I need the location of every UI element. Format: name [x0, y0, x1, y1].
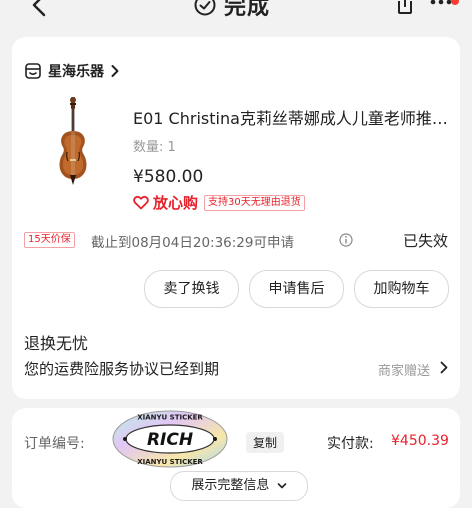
add-to-cart-button[interactable]: 加购物车: [354, 270, 449, 308]
sticker-ring-text-top: XIANYU STICKER: [137, 414, 203, 422]
after-sale-button[interactable]: 申请售后: [249, 270, 344, 308]
top-bar: 完成: [0, 0, 472, 22]
check-circle-icon: [194, 0, 216, 16]
merchant-gift-label: 商家赠送: [377, 364, 430, 379]
return-policy-tag: 支持30天无理由退货: [204, 194, 305, 211]
sell-button[interactable]: 卖了换钱: [144, 270, 239, 308]
chevron-right-icon: [440, 361, 448, 374]
page-title: 完成: [224, 0, 271, 20]
paid-amount-value: ¥450.39: [391, 433, 449, 449]
product-price: ¥580.00: [133, 167, 204, 187]
violin-image[interactable]: [48, 95, 98, 195]
rich-sticker-image: XIANYU STICKER RICH XIANYU STICKER: [112, 410, 228, 468]
assurance-label: 放心购: [153, 194, 199, 212]
price-protect-tag: 15天价保: [24, 232, 75, 248]
store-link[interactable]: 星海乐器: [24, 61, 120, 81]
product-title[interactable]: E01 Christina克莉丝蒂娜成人儿童老师推荐演奏小提琴: [133, 105, 448, 129]
shipping-insurance-row[interactable]: 您的运费险服务协议已经到期 商家赠送: [24, 357, 448, 379]
sticker-ring-text-bottom: XIANYU STICKER: [137, 458, 203, 466]
chevron-left-icon[interactable]: [28, 0, 52, 18]
order-item-card: 星海乐器 E01 Christina克莉丝蒂娜成人儿童老师推荐演奏小提琴 数量:…: [12, 37, 460, 399]
share-icon[interactable]: [394, 0, 416, 16]
order-info-card: 订单编号: XIANYU STICKER RICH XIANYU STICKER…: [12, 408, 460, 508]
price-protect-row: 15天价保 截止到08月04日20:36:29可申请 已失效: [24, 230, 448, 251]
heart-icon: [133, 195, 149, 210]
assurance-row: 放心购 支持30天无理由退货: [133, 192, 305, 213]
page-header: 完成: [194, 0, 270, 20]
shipping-insurance-desc: 您的运费险服务协议已经到期: [24, 360, 220, 378]
price-protect-status: 已失效: [402, 232, 448, 250]
product-quantity: 数量: 1: [133, 140, 176, 155]
store-icon: [25, 63, 41, 79]
sticker-main-text: RICH: [147, 430, 193, 450]
chevron-down-icon: [277, 482, 286, 488]
worry-free-title: 退换无忧: [24, 334, 89, 353]
show-full-info-button[interactable]: 展示完整信息: [170, 471, 308, 501]
order-number-label: 订单编号:: [24, 436, 85, 452]
info-icon[interactable]: [339, 233, 353, 247]
copy-button[interactable]: 复制: [246, 432, 285, 453]
paid-amount-label: 实付款:: [327, 436, 374, 452]
price-protect-deadline: 截止到08月04日20:36:29可申请: [91, 235, 294, 251]
store-name: 星海乐器: [48, 64, 104, 80]
chevron-right-icon: [111, 65, 119, 77]
